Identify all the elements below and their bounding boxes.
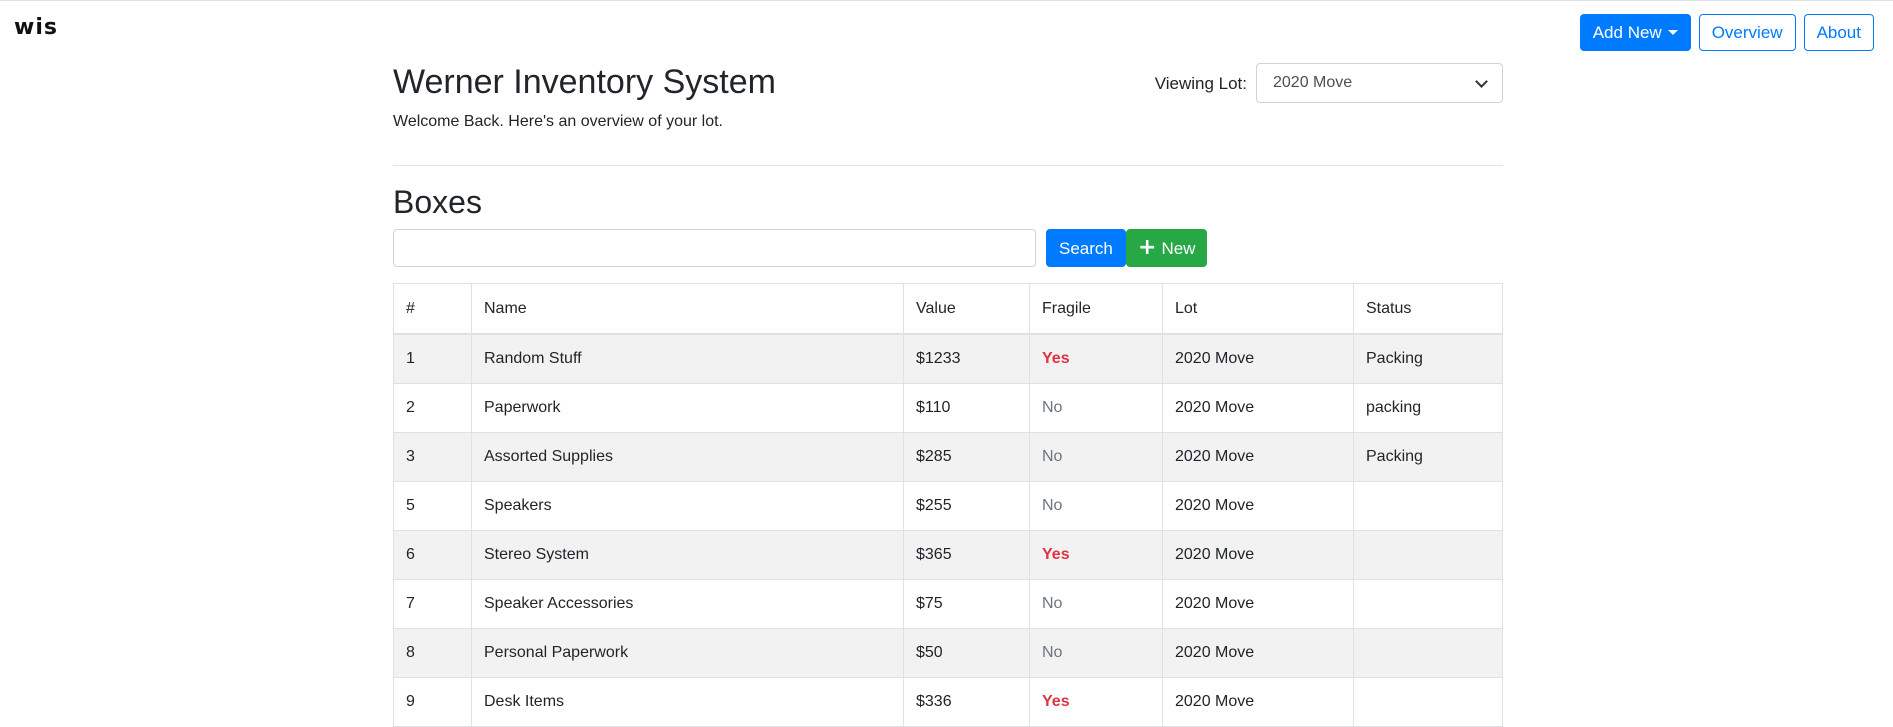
cell-fragile: Yes <box>1029 530 1163 580</box>
cell-value: $50 <box>903 628 1030 678</box>
cell-number: 8 <box>393 628 472 678</box>
caret-down-icon <box>1667 30 1678 35</box>
cell-name: Speakers <box>471 481 904 531</box>
table-header-row: # Name Value Fragile Lot Status <box>393 283 1503 335</box>
cell-lot: 2020 Move <box>1162 579 1354 629</box>
cell-status <box>1353 530 1503 580</box>
cell-value: $365 <box>903 530 1030 580</box>
cell-name: Paperwork <box>471 383 904 433</box>
cell-number: 2 <box>393 383 472 433</box>
cell-status <box>1353 579 1503 629</box>
new-box-button[interactable]: + New <box>1126 229 1208 267</box>
cell-name: Speaker Accessories <box>471 579 904 629</box>
cell-status: Packing <box>1353 432 1503 482</box>
add-new-dropdown-button[interactable]: Add New <box>1579 14 1691 51</box>
cell-value: $255 <box>903 481 1030 531</box>
cell-lot: 2020 Move <box>1162 530 1354 580</box>
cell-value: $336 <box>903 677 1030 727</box>
cell-number: 5 <box>393 481 472 531</box>
cell-number: 6 <box>393 530 472 580</box>
cell-fragile: Yes <box>1029 677 1163 727</box>
cell-name: Random Stuff <box>471 333 904 384</box>
cell-number: 9 <box>393 677 472 727</box>
cell-name: Assorted Supplies <box>471 432 904 482</box>
lot-select-value: 2020 Move <box>1273 74 1353 91</box>
cell-name: Personal Paperwork <box>471 628 904 678</box>
cell-status: Packing <box>1353 333 1503 384</box>
cell-lot: 2020 Move <box>1162 677 1354 727</box>
column-header-number[interactable]: # <box>393 283 472 335</box>
table-row[interactable]: 8 Personal Paperwork $50 No 2020 Move <box>393 628 1503 678</box>
cell-name: Stereo System <box>471 530 904 580</box>
brand-logo[interactable]: wis <box>14 15 58 40</box>
cell-value: $110 <box>903 383 1030 433</box>
cell-fragile: No <box>1029 383 1163 433</box>
viewing-lot-label: Viewing Lot: <box>1154 74 1247 93</box>
page-title: Werner Inventory System <box>393 63 776 101</box>
new-box-label: New <box>1161 238 1196 258</box>
table-row[interactable]: 1 Random Stuff $1233 Yes 2020 Move Packi… <box>393 333 1503 384</box>
cell-name: Desk Items <box>471 677 904 727</box>
column-header-value[interactable]: Value <box>903 283 1030 335</box>
column-header-name[interactable]: Name <box>471 283 904 335</box>
cell-fragile: No <box>1029 579 1163 629</box>
cell-lot: 2020 Move <box>1162 432 1354 482</box>
cell-number: 3 <box>393 432 472 482</box>
cell-lot: 2020 Move <box>1162 481 1354 531</box>
cell-fragile: No <box>1029 628 1163 678</box>
lot-select[interactable]: 2020 Move <box>1256 63 1503 103</box>
cell-value: $75 <box>903 579 1030 629</box>
page-subtitle: Welcome Back. Here's an overview of your… <box>393 113 723 130</box>
cell-status <box>1353 677 1503 727</box>
cell-number: 7 <box>393 579 472 629</box>
column-header-lot[interactable]: Lot <box>1162 283 1354 335</box>
search-input[interactable] <box>393 229 1036 267</box>
top-navigation: Add New Overview About <box>1579 14 1874 51</box>
add-new-label: Add New <box>1592 23 1662 42</box>
table-row[interactable]: 2 Paperwork $110 No 2020 Move packing <box>393 383 1503 433</box>
table-row[interactable]: 3 Assorted Supplies $285 No 2020 Move Pa… <box>393 432 1503 482</box>
cell-value: $285 <box>903 432 1030 482</box>
cell-fragile: No <box>1029 432 1163 482</box>
table-row[interactable]: 6 Stereo System $365 Yes 2020 Move <box>393 530 1503 580</box>
cell-value: $1233 <box>903 333 1030 384</box>
cell-lot: 2020 Move <box>1162 628 1354 678</box>
column-header-status[interactable]: Status <box>1353 283 1503 335</box>
cell-number: 1 <box>393 333 472 384</box>
search-button[interactable]: Search <box>1046 229 1126 267</box>
cell-lot: 2020 Move <box>1162 333 1354 384</box>
header-divider <box>393 165 1503 166</box>
table-row[interactable]: 5 Speakers $255 No 2020 Move <box>393 481 1503 531</box>
cell-status: packing <box>1353 383 1503 433</box>
overview-button[interactable]: Overview <box>1698 14 1796 51</box>
cell-status <box>1353 481 1503 531</box>
cell-fragile: Yes <box>1029 333 1163 384</box>
cell-lot: 2020 Move <box>1162 383 1354 433</box>
about-button[interactable]: About <box>1803 14 1874 51</box>
table-row[interactable]: 9 Desk Items $336 Yes 2020 Move <box>393 677 1503 727</box>
boxes-heading: Boxes <box>393 184 482 220</box>
cell-status <box>1353 628 1503 678</box>
chevron-down-icon <box>1475 74 1488 88</box>
plus-icon: + <box>1138 235 1157 260</box>
table-row[interactable]: 7 Speaker Accessories $75 No 2020 Move <box>393 579 1503 629</box>
boxes-table: # Name Value Fragile Lot Status 1 Random… <box>393 283 1503 727</box>
column-header-fragile[interactable]: Fragile <box>1029 283 1163 335</box>
cell-fragile: No <box>1029 481 1163 531</box>
